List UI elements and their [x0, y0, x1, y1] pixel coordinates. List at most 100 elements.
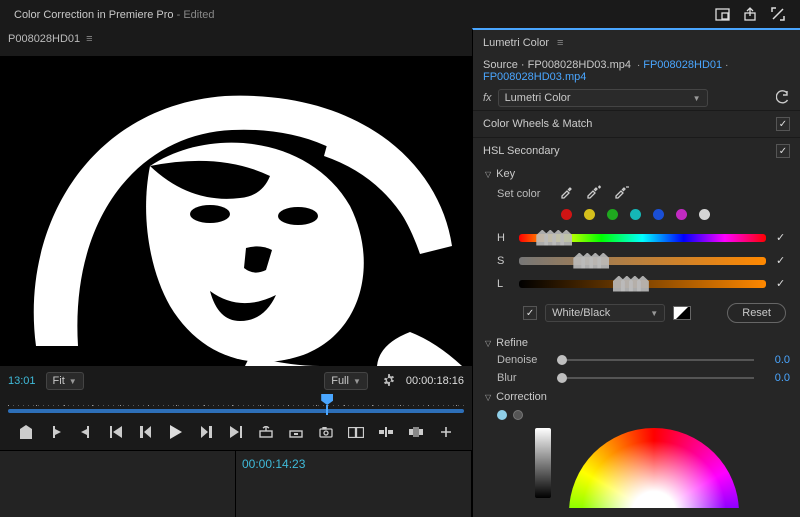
timecode-duration[interactable]: 00:00:18:16 — [406, 375, 464, 387]
timecode-current[interactable]: 13:01 — [8, 375, 36, 387]
invert-mask-icon[interactable] — [673, 306, 691, 320]
snap-window-button[interactable] — [710, 2, 734, 26]
hue-slider[interactable] — [519, 234, 766, 242]
denoise-label: Denoise — [497, 354, 547, 366]
insert-button[interactable] — [375, 422, 397, 442]
swatch[interactable] — [630, 209, 641, 220]
section-wheels-title: Color Wheels & Match — [483, 118, 592, 130]
reset-key-button[interactable]: Reset — [727, 303, 786, 323]
blur-slider[interactable] — [557, 377, 754, 379]
chain-link-1[interactable]: FP008028HD01 — [643, 59, 722, 71]
panel-title[interactable]: Lumetri Color — [483, 37, 549, 49]
correction-header[interactable]: ▽Correction — [473, 387, 800, 405]
zoom-select[interactable]: Fit▼ — [46, 372, 84, 390]
hue-check[interactable]: ✓ — [776, 231, 790, 244]
colorview-select[interactable]: White/Black ▼ — [545, 304, 665, 322]
key-title: Key — [496, 168, 515, 180]
resolution-select[interactable]: Full ▼ — [324, 372, 368, 390]
chevron-down-icon: ▼ — [353, 377, 361, 386]
zoom-label: Fit — [53, 375, 65, 387]
step-fwd-button[interactable] — [195, 422, 217, 442]
eyedropper-add-icon[interactable] — [585, 185, 601, 202]
source-clip: FP008028HD03.mp4 — [528, 59, 631, 71]
swatch[interactable] — [699, 209, 710, 220]
correction-mode-curves[interactable] — [513, 410, 523, 420]
add-marker-button[interactable] — [15, 422, 37, 442]
swatch[interactable] — [676, 209, 687, 220]
eyedropper-icon[interactable] — [559, 185, 573, 202]
chain-link-2[interactable]: FP008028HD03.mp4 — [483, 71, 586, 83]
eyedropper-remove-icon[interactable] — [613, 185, 629, 202]
timeline-timecode[interactable]: 00:00:14:23 — [242, 457, 305, 471]
midtone-color-wheel[interactable] — [569, 428, 739, 508]
fx-badge[interactable]: fx — [483, 92, 492, 104]
title-edited: - Edited — [174, 9, 215, 21]
play-button[interactable] — [165, 422, 187, 442]
colorview-toggle[interactable] — [523, 306, 537, 320]
effect-name: Lumetri Color — [505, 92, 693, 104]
section-wheels[interactable]: Color Wheels & Match — [473, 110, 800, 137]
resolution-label: Full — [331, 375, 349, 387]
title-text: Color Correction in Premiere Pro — [14, 9, 174, 21]
denoise-value[interactable]: 0.0 — [764, 354, 790, 366]
playhead[interactable] — [321, 394, 333, 414]
panel-menu-icon[interactable]: ≡ — [557, 37, 563, 49]
lum-check[interactable]: ✓ — [776, 277, 790, 290]
sat-label: S — [497, 255, 509, 267]
go-to-out-button[interactable] — [225, 422, 247, 442]
lift-button[interactable] — [255, 422, 277, 442]
key-header[interactable]: ▽Key — [473, 164, 800, 182]
midtone-luma-slider[interactable] — [535, 428, 551, 498]
reset-effect-icon[interactable] — [776, 90, 790, 107]
refine-title: Refine — [496, 337, 528, 349]
sat-slider[interactable] — [519, 257, 766, 265]
share-button[interactable] — [738, 2, 762, 26]
swatch[interactable] — [653, 209, 664, 220]
extract-button[interactable] — [285, 422, 307, 442]
mark-in-button[interactable] — [45, 422, 67, 442]
fullscreen-button[interactable] — [766, 2, 790, 26]
button-editor[interactable] — [435, 422, 457, 442]
sat-slider-row: S ✓ — [473, 249, 800, 272]
section-hsl-toggle[interactable] — [776, 144, 790, 158]
colorview-label: White/Black — [552, 307, 650, 319]
hue-label: H — [497, 232, 509, 244]
swatch[interactable] — [584, 209, 595, 220]
swatch[interactable] — [561, 209, 572, 220]
section-hsl[interactable]: HSL Secondary — [473, 137, 800, 164]
swatch[interactable] — [607, 209, 618, 220]
key-swatches — [473, 205, 800, 226]
monitor-tabs: P008028HD01 ≡ — [0, 28, 472, 50]
effect-select[interactable]: Lumetri Color ▼ — [498, 89, 708, 107]
settings-icon[interactable] — [382, 373, 396, 390]
monitor-info-row: 13:01 Fit▼ Full ▼ 00:00:18:16 — [0, 366, 472, 394]
time-ruler[interactable] — [8, 394, 464, 416]
step-back-button[interactable] — [135, 422, 157, 442]
sat-check[interactable]: ✓ — [776, 254, 790, 267]
lower-left-panel[interactable] — [0, 451, 236, 517]
source-breadcrumb: Source · FP008028HD03.mp4 · FP008028HD01… — [473, 56, 800, 86]
work-area-bar[interactable] — [8, 409, 464, 413]
lum-label: L — [497, 278, 509, 290]
denoise-slider[interactable] — [557, 359, 754, 361]
program-video[interactable] — [0, 56, 472, 366]
blur-label: Blur — [497, 372, 547, 384]
go-to-in-button[interactable] — [105, 422, 127, 442]
mark-out-button[interactable] — [75, 422, 97, 442]
window-titlebar: Color Correction in Premiere Pro - Edite… — [0, 0, 800, 28]
correction-mode-wheel[interactable] — [497, 410, 507, 420]
refine-header[interactable]: ▽Refine — [473, 333, 800, 351]
hue-slider-row: H ✓ — [473, 226, 800, 249]
overwrite-button[interactable] — [405, 422, 427, 442]
preview-image — [0, 56, 472, 366]
section-wheels-toggle[interactable] — [776, 117, 790, 131]
comparison-view-button[interactable] — [345, 422, 367, 442]
lower-right-panel[interactable]: 00:00:14:23 — [236, 451, 472, 517]
monitor-tab[interactable]: P008028HD01 — [8, 33, 80, 45]
panel-menu-icon[interactable]: ≡ — [86, 33, 92, 45]
export-frame-button[interactable] — [315, 422, 337, 442]
correction-title: Correction — [496, 391, 547, 403]
lum-slider[interactable] — [519, 280, 766, 288]
blur-value[interactable]: 0.0 — [764, 372, 790, 384]
window-title: Color Correction in Premiere Pro - Edite… — [14, 7, 706, 21]
